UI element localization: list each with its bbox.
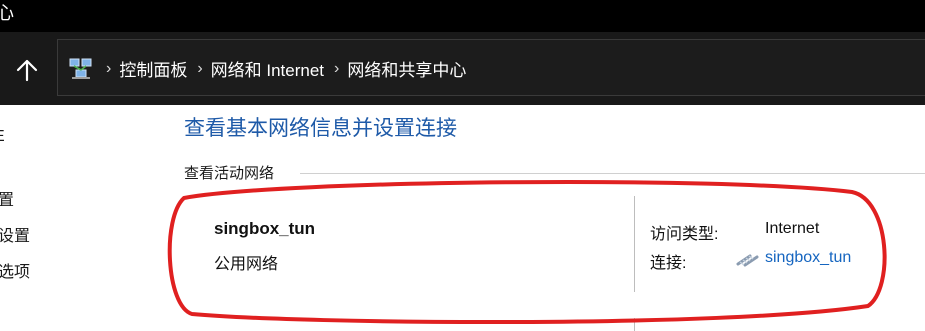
access-type-label: 访问类型: xyxy=(650,226,719,243)
network-type[interactable]: 公用网络 xyxy=(214,250,278,274)
access-type-value: Internet xyxy=(765,220,820,237)
breadcrumb-network-internet[interactable]: 网络和 Internet xyxy=(211,56,324,81)
network-name: singbox_tun xyxy=(214,219,316,238)
vertical-divider xyxy=(634,196,635,292)
connection-label: 连接: xyxy=(650,255,687,272)
window-title: 心 xyxy=(0,3,14,23)
page-title: 查看基本网络信息并设置连接 xyxy=(184,117,457,140)
ethernet-connection-icon xyxy=(736,254,759,267)
breadcrumb-separator: › xyxy=(106,59,112,77)
connection-link[interactable]: singbox_tun xyxy=(765,249,851,267)
network-center-icon xyxy=(68,57,94,81)
breadcrumb-network-sharing-center[interactable]: 网络和共享中心 xyxy=(347,56,466,81)
left-nav-pane: E 置 设置 选项 xyxy=(0,105,160,331)
active-networks-header: 查看活动网络 xyxy=(184,162,279,183)
breadcrumb: › 控制面板 › 网络和 Internet › 网络和共享中心 xyxy=(68,40,466,97)
nav-item-partial[interactable]: E xyxy=(0,128,5,146)
arrow-up-icon xyxy=(16,59,38,82)
address-bar[interactable]: › 控制面板 › 网络和 Internet › 网络和共享中心 xyxy=(57,39,925,96)
nav-item-options[interactable]: 选项 xyxy=(0,258,30,282)
breadcrumb-control-panel[interactable]: 控制面板 xyxy=(119,56,187,81)
section-divider xyxy=(300,173,925,174)
vertical-divider xyxy=(634,318,635,331)
up-button[interactable] xyxy=(13,56,41,84)
nav-item-settings-1[interactable]: 置 xyxy=(0,186,14,210)
breadcrumb-separator: › xyxy=(334,59,340,77)
title-bar: 心 xyxy=(0,0,925,32)
nav-item-settings-2[interactable]: 设置 xyxy=(0,222,30,246)
navigation-bar: › 控制面板 › 网络和 Internet › 网络和共享中心 xyxy=(0,32,925,105)
breadcrumb-separator: › xyxy=(197,59,203,77)
